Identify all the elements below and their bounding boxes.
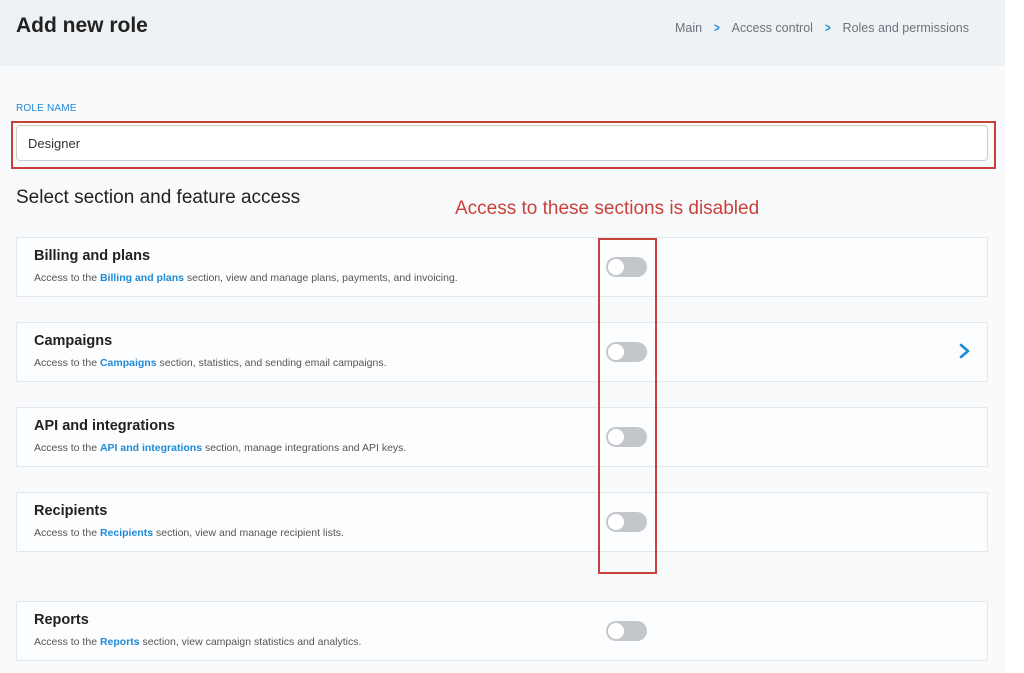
- section-description: Access to the Billing and plans section,…: [34, 272, 458, 284]
- section-link[interactable]: API and integrations: [100, 442, 202, 454]
- role-name-input[interactable]: [16, 125, 988, 161]
- toggle-knob: [608, 623, 624, 639]
- breadcrumb-roles-and-permissions[interactable]: Roles and permissions: [843, 21, 969, 35]
- section-link[interactable]: Campaigns: [100, 357, 157, 369]
- section-access-heading: Select section and feature access: [16, 187, 301, 208]
- section-title: API and integrations: [34, 418, 175, 434]
- description-text: section, view campaign statistics and an…: [139, 636, 362, 648]
- description-text: Access to the: [34, 636, 100, 648]
- section-title: Billing and plans: [34, 248, 151, 264]
- section-card-api-and-integrations: API and integrations Access to the API a…: [16, 407, 988, 467]
- annotation-text: Access to these sections is disabled: [455, 198, 760, 219]
- description-text: Access to the: [34, 442, 100, 454]
- access-toggle[interactable]: [606, 621, 647, 641]
- description-text: section, view and manage plans, payments…: [183, 272, 458, 284]
- breadcrumb-main[interactable]: Main: [675, 21, 702, 35]
- section-link[interactable]: Reports: [100, 636, 140, 648]
- role-name-label: ROLE NAME: [16, 103, 77, 114]
- description-text: section, statistics, and sending email c…: [156, 357, 387, 369]
- breadcrumb-access-control[interactable]: Access control: [732, 21, 813, 35]
- section-description: Access to the Reports section, view camp…: [34, 636, 361, 648]
- description-text: section, manage integrations and API key…: [202, 442, 407, 454]
- section-title: Reports: [34, 612, 89, 628]
- section-description: Access to the Recipients section, view a…: [34, 527, 344, 539]
- description-text: Access to the: [34, 272, 100, 284]
- section-link[interactable]: Recipients: [100, 527, 153, 539]
- section-description: Access to the API and integrations secti…: [34, 442, 406, 454]
- section-title: Campaigns: [34, 333, 113, 349]
- page-header: Add new role Main > Access control > Rol…: [0, 0, 1005, 66]
- description-text: Access to the: [34, 357, 100, 369]
- description-text: section, view and manage recipient lists…: [153, 527, 344, 539]
- breadcrumb: Main > Access control > Roles and permis…: [675, 20, 969, 35]
- annotation-outline-toggles: [598, 238, 657, 574]
- chevron-right-icon[interactable]: [957, 341, 973, 361]
- description-text: Access to the: [34, 527, 100, 539]
- chevron-right-icon: >: [714, 20, 720, 35]
- chevron-right-icon: >: [824, 20, 831, 35]
- section-link[interactable]: Billing and plans: [100, 272, 184, 284]
- section-card-campaigns: Campaigns Access to the Campaigns sectio…: [16, 322, 988, 382]
- section-card-recipients: Recipients Access to the Recipients sect…: [16, 492, 988, 552]
- page-title: Add new role: [16, 14, 148, 37]
- section-title: Recipients: [34, 503, 108, 519]
- section-description: Access to the Campaigns section, statist…: [34, 357, 387, 369]
- section-card-billing-and-plans: Billing and plans Access to the Billing …: [16, 237, 988, 297]
- section-card-reports: Reports Access to the Reports section, v…: [16, 601, 988, 661]
